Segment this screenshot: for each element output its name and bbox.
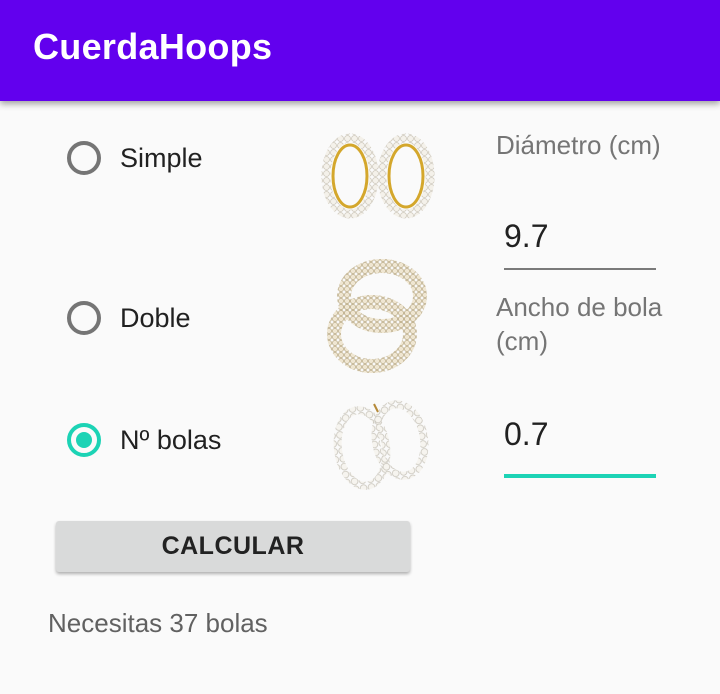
ancho-field[interactable]: 0.7	[504, 416, 656, 478]
double-beaded-hoop-earrings-icon	[326, 256, 430, 376]
radio-doble[interactable]: Doble	[67, 296, 191, 340]
ancho-value[interactable]: 0.7	[504, 416, 656, 453]
radio-simple-label: Simple	[120, 142, 203, 173]
radio-doble-label: Doble	[120, 302, 191, 333]
radio-simple[interactable]: Simple	[67, 136, 203, 180]
calcular-button-label: CALCULAR	[161, 532, 305, 560]
radio-n-bolas-label: Nº bolas	[120, 424, 222, 455]
calcular-button[interactable]: CALCULAR	[56, 521, 410, 572]
pearl-strand-hoop-earrings-icon	[330, 396, 434, 492]
ancho-underline	[504, 474, 656, 478]
diametro-value[interactable]: 9.7	[504, 218, 656, 255]
app-bar: CuerdaHoops	[0, 0, 720, 101]
ancho-label: Ancho de bola (cm)	[496, 292, 663, 356]
radio-doble-circle[interactable]	[67, 301, 101, 335]
diametro-field[interactable]: 9.7	[504, 218, 656, 270]
diametro-underline	[504, 268, 656, 270]
app-title: CuerdaHoops	[33, 26, 273, 67]
radio-simple-circle[interactable]	[67, 141, 101, 175]
radio-n-bolas[interactable]: Nº bolas	[67, 418, 221, 462]
diametro-label: Diámetro (cm)	[496, 130, 661, 160]
result-text: Necesitas 37 bolas	[48, 608, 268, 638]
radio-n-bolas-circle[interactable]	[67, 423, 101, 457]
pearl-hoop-earrings-icon	[316, 128, 452, 220]
